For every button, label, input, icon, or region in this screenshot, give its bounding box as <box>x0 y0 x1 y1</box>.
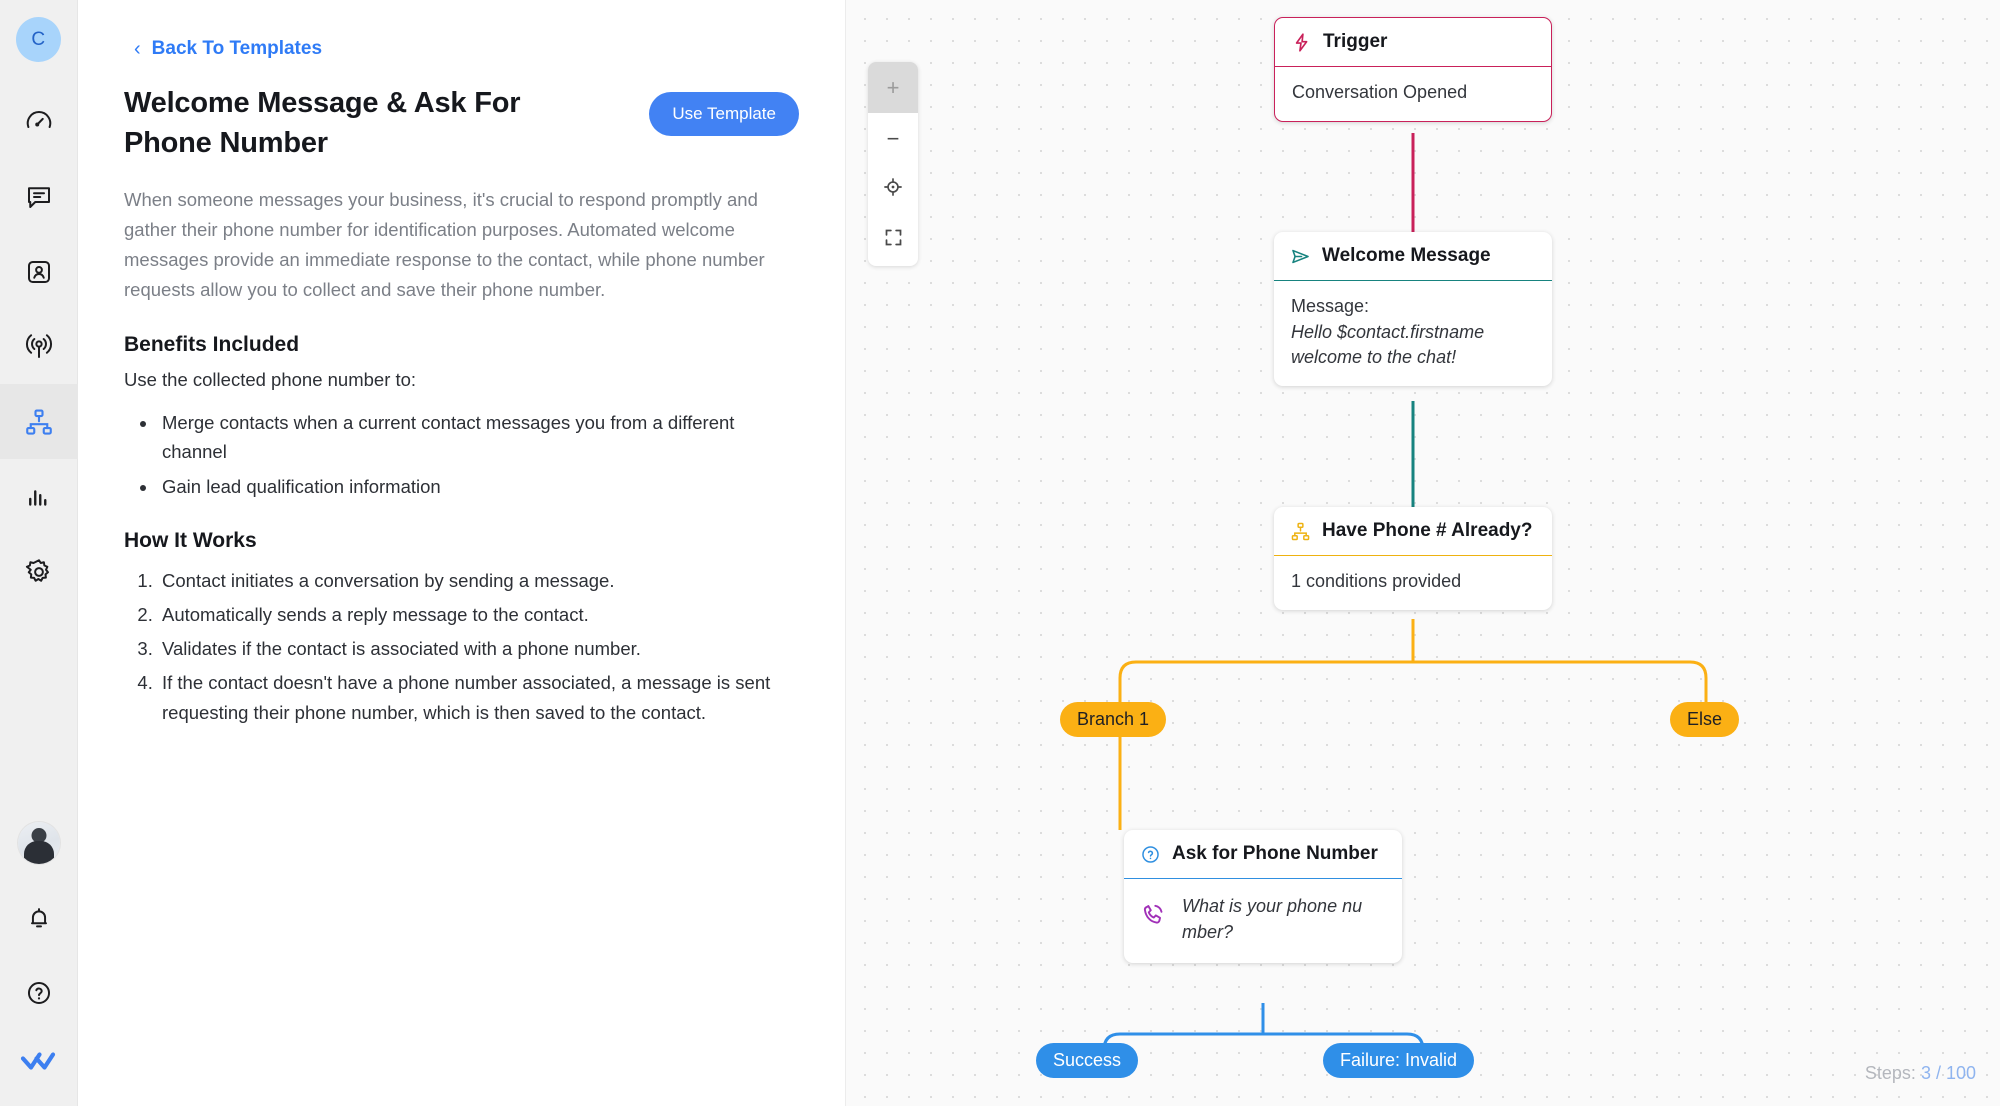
broadcast-icon <box>24 332 54 362</box>
chat-bubble-icon <box>24 182 54 212</box>
sidebar-item-contacts[interactable] <box>0 234 78 309</box>
how-it-works-list: Contact initiates a conversation by send… <box>124 566 799 727</box>
node-title: Welcome Message <box>1322 245 1491 266</box>
list-item: If the contact doesn't have a phone numb… <box>158 668 799 726</box>
node-body: What is your phone nu mber? <box>1124 879 1402 963</box>
app-root: C ‹ Back To Templates Welcome Message & … <box>0 0 2000 1106</box>
flow-node-trigger[interactable]: Trigger Conversation Opened <box>1274 17 1552 122</box>
steps-label: Steps: <box>1864 1063 1916 1083</box>
crosshair-icon <box>882 176 904 204</box>
bell-icon <box>25 904 53 932</box>
ask-prompt-text: What is your phone nu mber? <box>1182 896 1363 943</box>
sidebar-item-broadcast[interactable] <box>0 309 78 384</box>
send-arrow-icon <box>1290 246 1311 267</box>
lightning-bolt-icon <box>1291 32 1312 53</box>
sidebar-item-settings[interactable] <box>0 534 78 609</box>
benefits-subtext: Use the collected phone number to: <box>124 369 417 391</box>
contact-card-icon <box>24 257 54 287</box>
phone-icon <box>1140 902 1167 937</box>
brand-logo <box>0 1030 78 1092</box>
minus-icon: − <box>886 125 900 151</box>
benefits-list: Merge contacts when a current contact me… <box>124 408 799 501</box>
workspace-avatar[interactable]: C <box>16 17 61 62</box>
node-title: Trigger <box>1323 31 1388 52</box>
message-label: Message: <box>1291 296 1370 316</box>
bar-chart-icon <box>24 482 54 512</box>
branch-nodes-icon <box>1290 521 1311 542</box>
flow-node-ask-phone-number[interactable]: Ask for Phone Number What is your phone … <box>1124 830 1402 964</box>
message-text: Hello $contact.firstname welcome to the … <box>1291 321 1485 368</box>
sidebar-item-automations[interactable] <box>0 384 78 459</box>
flow-canvas[interactable]: + − Trigger Conversation Opened Welcome … <box>846 0 2000 1106</box>
sidebar-item-dashboard[interactable] <box>0 84 78 159</box>
fullscreen-button[interactable] <box>868 215 918 266</box>
expand-icon <box>883 227 904 254</box>
left-icon-rail: C <box>0 0 78 1106</box>
user-avatar[interactable] <box>0 805 78 880</box>
how-it-works-heading: How It Works <box>124 528 257 552</box>
sidebar-item-inbox[interactable] <box>0 159 78 234</box>
branch-pill-failure-invalid[interactable]: Failure: Invalid <box>1323 1043 1475 1078</box>
double-check-logo-icon <box>20 1048 58 1074</box>
flow-nodes-icon <box>24 407 54 437</box>
node-header: Have Phone # Already? <box>1274 507 1552 556</box>
node-title: Ask for Phone Number <box>1172 843 1378 864</box>
fit-view-button[interactable] <box>868 164 918 215</box>
edge-condition-split <box>1118 660 1708 711</box>
template-description: When someone messages your business, it'… <box>124 189 765 301</box>
list-item: Contact initiates a conversation by send… <box>158 566 799 595</box>
flow-node-condition[interactable]: Have Phone # Already? 1 conditions provi… <box>1274 507 1552 610</box>
benefits-heading: Benefits Included <box>124 333 300 357</box>
zoom-in-button[interactable]: + <box>868 62 918 113</box>
gear-icon <box>24 557 54 587</box>
zoom-controls: + − <box>868 62 918 266</box>
node-body: Message: Hello $contact.firstname welcom… <box>1274 281 1552 386</box>
rail-bottom-group <box>0 805 78 1106</box>
sidebar-item-reports[interactable] <box>0 459 78 534</box>
page-title: Welcome Message & Ask For Phone Number <box>124 87 521 159</box>
question-circle-icon <box>25 979 53 1007</box>
zoom-out-button[interactable]: − <box>868 113 918 164</box>
list-item: Validates if the contact is associated w… <box>158 634 799 663</box>
user-photo-icon <box>17 821 60 864</box>
list-item: Gain lead qualification information <box>158 472 798 501</box>
node-title: Have Phone # Already? <box>1322 520 1533 541</box>
template-detail-panel: ‹ Back To Templates Welcome Message & As… <box>78 0 846 1106</box>
branch-pill-branch-1[interactable]: Branch 1 <box>1060 702 1167 737</box>
question-circle-icon <box>1140 844 1161 865</box>
use-template-button[interactable]: Use Template <box>649 92 799 136</box>
flow-node-welcome-message[interactable]: Welcome Message Message: Hello $contact.… <box>1274 232 1552 386</box>
branch-pill-else[interactable]: Else <box>1670 702 1740 737</box>
list-item: Merge contacts when a current contact me… <box>158 408 798 466</box>
back-to-templates-label: Back To Templates <box>151 38 323 59</box>
steps-value: 3 / 100 <box>1920 1063 1976 1083</box>
node-header: Welcome Message <box>1274 232 1552 281</box>
branch-pill-success[interactable]: Success <box>1036 1043 1139 1078</box>
back-to-templates-link[interactable]: ‹ Back To Templates <box>134 38 799 60</box>
chevron-left-icon: ‹ <box>134 38 141 60</box>
node-header: Trigger <box>1275 18 1551 67</box>
title-row: Welcome Message & Ask For Phone Number U… <box>124 84 799 163</box>
node-body: Conversation Opened <box>1292 82 1468 102</box>
steps-counter: Steps: 3 / 100 <box>1865 1063 1976 1084</box>
list-item: Automatically sends a reply message to t… <box>158 600 799 629</box>
plus-icon: + <box>886 74 900 100</box>
help-button[interactable] <box>0 955 78 1030</box>
notifications-button[interactable] <box>0 880 78 955</box>
node-header: Ask for Phone Number <box>1124 830 1402 879</box>
gauge-icon <box>24 107 54 137</box>
node-body: 1 conditions provided <box>1291 571 1462 591</box>
